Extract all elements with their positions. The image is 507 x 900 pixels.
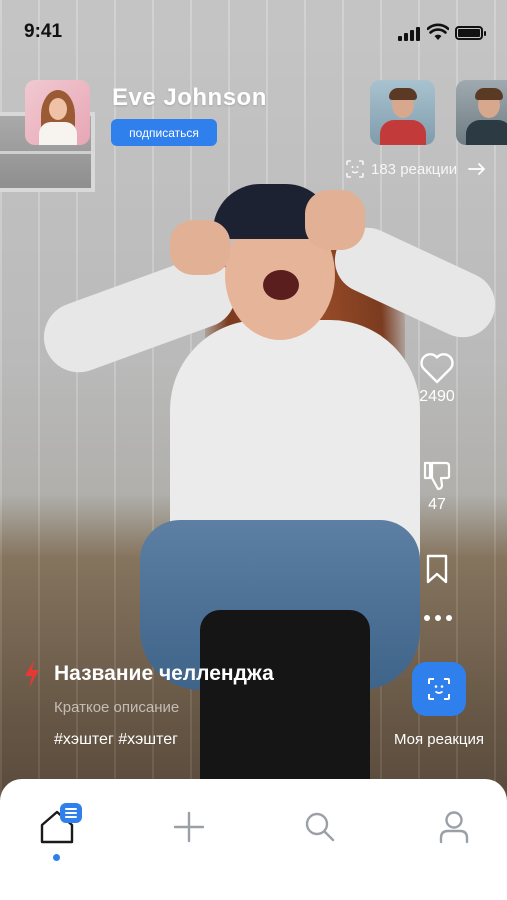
more-dot	[435, 615, 441, 621]
scan-face-icon	[346, 160, 364, 178]
reactions-count: 183 реакции	[371, 160, 458, 178]
active-indicator	[53, 854, 60, 861]
heart-icon	[420, 353, 454, 384]
plus-icon	[173, 811, 205, 843]
challenge-hashtags[interactable]: #хэштег #хэштег	[54, 731, 178, 749]
badge-line	[65, 816, 77, 818]
lightning-icon	[25, 660, 39, 688]
notification-badge	[60, 803, 82, 823]
author-avatar[interactable]	[25, 80, 90, 145]
reactions-link[interactable]: 183 реакции	[346, 160, 486, 178]
search-icon	[305, 812, 335, 842]
person-mouth	[263, 270, 299, 300]
bottom-navigation	[0, 779, 507, 900]
like-count: 2490	[419, 388, 455, 405]
thumb-hair	[389, 88, 417, 100]
profile-icon	[439, 811, 469, 844]
more-dot	[446, 615, 452, 621]
bookmark-button[interactable]	[410, 554, 464, 584]
challenge-title[interactable]: Название челленджа	[54, 662, 274, 686]
more-dot	[424, 615, 430, 621]
person-hand-right	[305, 190, 365, 250]
dislike-button[interactable]: 47	[410, 460, 464, 514]
thumb-body	[466, 120, 507, 145]
thumb-body	[380, 120, 426, 145]
like-button[interactable]: 2490	[410, 352, 464, 406]
thumbs-down-icon	[423, 461, 451, 491]
my-reaction-button[interactable]	[412, 662, 466, 716]
scan-face-icon	[428, 678, 450, 700]
wifi-icon	[427, 23, 449, 40]
more-options-icon[interactable]	[424, 615, 452, 625]
status-bar: 9:41	[0, 0, 507, 60]
avatar-face	[49, 98, 67, 120]
my-reaction-label: Моя реакция	[394, 731, 484, 748]
nav-search[interactable]	[298, 805, 342, 849]
dislike-count: 47	[428, 496, 446, 513]
challenge-feed-screen: 9:41 Eve Johnson подписаться 183 реакции…	[0, 0, 507, 900]
arrow-right-icon	[468, 163, 486, 175]
person-hand-left	[170, 220, 230, 275]
author-name[interactable]: Eve Johnson	[112, 84, 267, 112]
nav-add[interactable]	[167, 805, 211, 849]
reaction-thumbnail[interactable]	[370, 80, 435, 145]
reaction-thumbnail[interactable]	[456, 80, 507, 145]
subscribe-button[interactable]: подписаться	[111, 119, 217, 146]
bookmark-icon	[426, 554, 448, 584]
badge-line	[65, 808, 77, 810]
thumb-hair	[475, 88, 503, 100]
nav-profile[interactable]	[432, 805, 476, 849]
challenge-description: Краткое описание	[54, 699, 180, 716]
status-time: 9:41	[24, 21, 63, 42]
avatar-shirt	[39, 122, 77, 145]
badge-line	[65, 812, 77, 814]
battery-icon	[455, 26, 486, 40]
signal-icon	[398, 27, 420, 41]
